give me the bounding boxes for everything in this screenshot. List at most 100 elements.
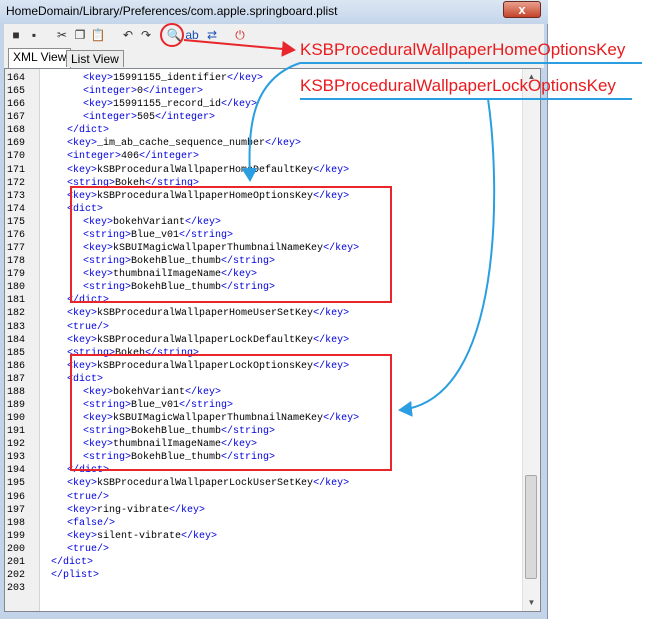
- new-icon[interactable]: ■: [8, 27, 24, 43]
- code-text: <key>kSBProceduralWallpaperHomeUserSetKe…: [67, 308, 350, 320]
- line-number: 168: [7, 125, 26, 137]
- code-line: 184 <key>kSBProceduralWallpaperLockDefaul…: [5, 334, 505, 347]
- line-number: 191: [7, 426, 26, 438]
- vertical-scrollbar[interactable]: ▲ ▼: [522, 69, 540, 611]
- save-icon[interactable]: ▪: [26, 27, 42, 43]
- code-text: <integer>505</integer>: [83, 112, 216, 124]
- line-number: 190: [7, 413, 26, 425]
- line-number: 166: [7, 99, 26, 111]
- paste-icon[interactable]: 📋: [90, 27, 106, 43]
- line-number: 202: [7, 570, 26, 582]
- line-number: 184: [7, 334, 26, 346]
- lock-callout-underline: [300, 98, 632, 100]
- code-line: 203: [5, 582, 505, 595]
- line-number: 197: [7, 504, 26, 516]
- code-text: <true/>: [67, 321, 110, 333]
- lock-options-callout: KSBProceduralWallpaperLockOptionsKey: [300, 76, 616, 95]
- code-line: 171 <key>kSBProceduralWallpaperHomeDefaul…: [5, 164, 505, 177]
- code-line: 182 <key>kSBProceduralWallpaperHomeUserSe…: [5, 307, 505, 320]
- scroll-thumb[interactable]: [525, 475, 537, 579]
- line-number: 182: [7, 308, 26, 320]
- line-number: 164: [7, 73, 26, 84]
- code-text: <key>15991155_record_id</key>: [83, 99, 258, 111]
- line-number: 187: [7, 373, 26, 385]
- line-number: 193: [7, 452, 26, 464]
- line-number: 176: [7, 229, 26, 241]
- code-text: <true/>: [67, 491, 110, 503]
- line-number: 180: [7, 282, 26, 294]
- code-text: </dict>: [67, 125, 110, 137]
- line-number: 183: [7, 321, 26, 333]
- home-options-callout: KSBProceduralWallpaperHomeOptionsKey: [300, 40, 626, 59]
- line-number: 174: [7, 203, 26, 215]
- line-number: 195: [7, 478, 26, 490]
- line-number: 178: [7, 256, 26, 268]
- code-line: 169 <key>_im_ab_cache_sequence_number</ke…: [5, 137, 505, 150]
- lock-options-highlight-box: [70, 354, 392, 471]
- copy-icon[interactable]: ❐: [72, 27, 88, 43]
- code-text: <key>kSBProceduralWallpaperLockDefaultKe…: [67, 334, 350, 346]
- code-text: <key>kSBProceduralWallpaperHomeDefaultKe…: [67, 164, 350, 176]
- code-text: </dict>: [51, 556, 94, 568]
- code-text: <false/>: [67, 517, 116, 529]
- scroll-down-icon[interactable]: ▼: [523, 595, 540, 611]
- line-number: 196: [7, 491, 26, 503]
- line-number: 173: [7, 190, 26, 202]
- code-line: 199 <key>silent-vibrate</key>: [5, 530, 505, 543]
- tab-xml-view[interactable]: XML View: [8, 48, 72, 68]
- code-line: 198 <false/>: [5, 517, 505, 530]
- code-text: <key>_im_ab_cache_sequence_number</key>: [67, 138, 302, 150]
- line-number: 165: [7, 86, 26, 98]
- code-line: 201 </dict>: [5, 556, 505, 569]
- code-line: 167 <integer>505</integer>: [5, 111, 505, 124]
- close-button[interactable]: x: [503, 1, 541, 18]
- undo-icon[interactable]: ↶: [120, 27, 136, 43]
- home-options-highlight-box: [70, 186, 392, 303]
- window-title: HomeDomain/Library/Preferences/com.apple…: [6, 4, 338, 18]
- power-icon[interactable]: ⏻: [232, 27, 248, 43]
- line-number: 189: [7, 400, 26, 411]
- code-line: 202 </plist>: [5, 569, 505, 582]
- code-text: <integer>406</integer>: [67, 151, 200, 163]
- code-line: 195 <key>kSBProceduralWallpaperLockUserSe…: [5, 477, 505, 490]
- code-line: 197 <key>ring-vibrate</key>: [5, 504, 505, 517]
- tab-list-view[interactable]: List View: [66, 50, 124, 67]
- line-number: 177: [7, 243, 26, 255]
- code-line: 200 <true/>: [5, 543, 505, 556]
- line-number: 179: [7, 269, 26, 281]
- line-number: 199: [7, 530, 26, 542]
- code-text: <key>ring-vibrate</key>: [67, 504, 206, 516]
- redo-icon[interactable]: ↷: [138, 27, 154, 43]
- line-number: 200: [7, 543, 26, 555]
- line-number: 171: [7, 164, 26, 176]
- line-number: 169: [7, 138, 26, 150]
- home-callout-underline: [300, 62, 642, 64]
- code-text: <key>silent-vibrate</key>: [67, 530, 218, 542]
- replace-icon[interactable]: ⇄: [204, 27, 220, 43]
- code-line: 170 <integer>406</integer>: [5, 150, 505, 163]
- cut-icon[interactable]: ✂: [54, 27, 70, 43]
- line-number: 167: [7, 112, 26, 124]
- code-line: 166 <key>15991155_record_id</key>: [5, 98, 505, 111]
- line-number: 185: [7, 347, 26, 359]
- code-text: </plist>: [51, 570, 100, 582]
- line-number: 170: [7, 151, 26, 163]
- code-line: 196 <true/>: [5, 491, 505, 504]
- find-next-icon[interactable]: ab: [184, 27, 200, 43]
- code-line: 183 <true/>: [5, 321, 505, 334]
- code-text: <true/>: [67, 543, 110, 555]
- line-number: 175: [7, 216, 26, 228]
- line-number: 186: [7, 360, 26, 372]
- title-bar: HomeDomain/Library/Preferences/com.apple…: [0, 0, 548, 24]
- line-number: 172: [7, 177, 26, 189]
- line-number: 203: [7, 583, 26, 595]
- line-number: 192: [7, 439, 26, 451]
- code-line: 168 </dict>: [5, 124, 505, 137]
- code-text: <integer>0</integer>: [83, 86, 204, 98]
- find-icon[interactable]: 🔍: [166, 27, 182, 43]
- line-number: 198: [7, 517, 26, 529]
- xml-editor[interactable]: 164 <key>15991155_identifier</key> 165 <int…: [4, 68, 541, 612]
- line-number: 201: [7, 556, 26, 568]
- code-text: <key>15991155_identifier</key>: [83, 73, 264, 84]
- line-number: 181: [7, 295, 26, 307]
